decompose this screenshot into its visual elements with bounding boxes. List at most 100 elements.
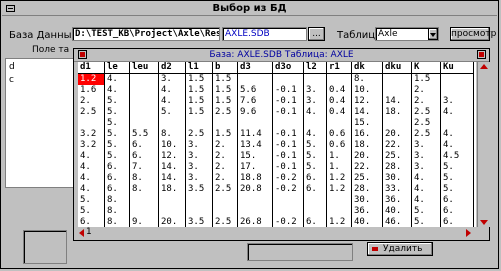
table-cell[interactable]: 5. (411, 217, 441, 227)
table-cell[interactable]: 22. (382, 140, 412, 151)
table-cell[interactable]: 6. (440, 195, 474, 206)
table-cell[interactable]: -0.1 (272, 151, 304, 162)
table-cell[interactable] (129, 118, 159, 129)
table-cell[interactable] (326, 195, 352, 206)
table-cell[interactable]: 3. (303, 96, 327, 107)
table-row[interactable]: 6. 8. 9. 20. 3.5 2.5 26.8 -0.2 6. 1.2 40. 46. 5. 6. (78, 217, 474, 227)
table-cell[interactable] (129, 85, 159, 96)
table-cell[interactable] (326, 118, 352, 129)
table-cell[interactable]: 6. (440, 217, 474, 227)
column-header-leu[interactable]: leu (129, 62, 159, 74)
table-cell[interactable]: 0.4 (326, 85, 352, 96)
table-cell[interactable]: 4. (78, 151, 105, 162)
table-cell[interactable]: 3.5 (185, 184, 213, 195)
browse-button[interactable]: ... (308, 27, 325, 41)
table-cell[interactable]: -0.2 (272, 173, 304, 184)
table-cell[interactable]: 33. (382, 184, 412, 195)
table-cell[interactable] (212, 206, 238, 217)
table-cell[interactable]: 5. (303, 162, 327, 173)
table-cell[interactable]: 2.5 (185, 129, 213, 140)
table-cell[interactable] (129, 206, 159, 217)
table-cell[interactable]: 1. (326, 151, 352, 162)
table-cell[interactable]: 1.5 (212, 129, 238, 140)
grid-menu-button[interactable] (78, 50, 87, 59)
table-cell[interactable]: 1.5 (411, 73, 441, 85)
table-cell[interactable] (303, 206, 327, 217)
table-cell[interactable]: 2.5 (212, 107, 238, 118)
table-cell[interactable]: -0.1 (272, 96, 304, 107)
table-cell[interactable]: -0.1 (272, 162, 304, 173)
table-cell[interactable]: 5. (440, 162, 474, 173)
table-cell[interactable]: 2.5 (212, 184, 238, 195)
table-cell[interactable] (382, 118, 412, 129)
table-cell[interactable]: 6. (440, 206, 474, 217)
scroll-down-icon[interactable] (480, 220, 488, 225)
table-cell[interactable]: 5. (104, 96, 130, 107)
table-cell[interactable]: 5. (303, 140, 327, 151)
table-cell[interactable]: 8. (351, 73, 383, 85)
table-cell[interactable]: 6. (129, 151, 159, 162)
table-cell[interactable]: 7.6 (237, 96, 273, 107)
column-header-d1[interactable]: d1 (78, 62, 105, 74)
table-cell[interactable] (129, 73, 159, 85)
table-cell[interactable]: 2. (411, 85, 441, 96)
table-row[interactable]: 4. 6. 8. 14. 3. 2. 18.8 -0.2 6. 1.2 25. 30. 4. 5. (78, 173, 474, 184)
table-cell[interactable]: 1.2 (78, 73, 105, 85)
table-cell[interactable]: -0.2 (272, 184, 304, 195)
table-cell[interactable] (303, 73, 327, 85)
table-cell[interactable] (272, 195, 304, 206)
table-cell[interactable]: 1.6 (78, 85, 105, 96)
table-cell[interactable]: 1.5 (212, 96, 238, 107)
table-dropdown-button[interactable] (428, 28, 438, 40)
table-cell[interactable]: 1.2 (326, 184, 352, 195)
table-cell[interactable]: 4. (440, 129, 474, 140)
table-cell[interactable]: 7. (129, 162, 159, 173)
table-cell[interactable]: 0.6 (326, 129, 352, 140)
table-cell[interactable] (272, 118, 304, 129)
table-cell[interactable]: 9.6 (237, 107, 273, 118)
delete-button[interactable]: Удалить (367, 242, 433, 256)
view-button[interactable]: просмотр (450, 27, 496, 41)
table-cell[interactable]: -0.1 (272, 140, 304, 151)
column-header-b[interactable]: b (212, 62, 238, 74)
table-cell[interactable]: 5. (411, 206, 441, 217)
table-cell[interactable]: 0.6 (326, 140, 352, 151)
system-menu-icon[interactable] (6, 5, 15, 12)
db-path-field[interactable]: D:\TEST_KB\Project\Axle\Res (72, 27, 220, 41)
table-row[interactable]: 3.2 5. 5.5 8. 2.5 1.5 11.4 -0.1 4. 0.6 16. 20. 2.5 4. (78, 129, 474, 140)
table-cell[interactable] (129, 107, 159, 118)
table-cell[interactable]: 20.8 (237, 184, 273, 195)
table-cell[interactable]: 20. (158, 217, 186, 227)
table-cell[interactable]: 3. (185, 162, 213, 173)
table-cell[interactable]: 6. (303, 173, 327, 184)
table-cell[interactable]: 40. (382, 206, 412, 217)
grid-close-button[interactable] (477, 50, 486, 59)
table-cell[interactable]: 2.5 (78, 107, 105, 118)
table-cell[interactable]: 6. (104, 173, 130, 184)
table-cell[interactable]: -0.2 (272, 217, 304, 227)
table-cell[interactable]: 4. (303, 107, 327, 118)
table-cell[interactable]: 1.5 (212, 73, 238, 85)
table-cell[interactable]: 0.4 (326, 96, 352, 107)
table-cell[interactable]: 2. (212, 162, 238, 173)
table-cell[interactable] (237, 195, 273, 206)
column-header-K[interactable]: K (411, 62, 441, 74)
table-cell[interactable] (237, 118, 273, 129)
table-cell[interactable]: 10. (351, 85, 383, 96)
table-cell[interactable]: 25. (351, 173, 383, 184)
table-cell[interactable]: 2.5 (411, 129, 441, 140)
table-cell[interactable]: 8. (104, 206, 130, 217)
table-cell[interactable]: 3. (303, 85, 327, 96)
table-cell[interactable]: 3. (158, 73, 186, 85)
table-cell[interactable] (440, 73, 474, 85)
table-cell[interactable]: 5. (104, 151, 130, 162)
table-cell[interactable] (185, 206, 213, 217)
table-cell[interactable]: 4. (78, 184, 105, 195)
table-cell[interactable]: 5. (104, 107, 130, 118)
column-header-dku[interactable]: dku (382, 62, 412, 74)
table-cell[interactable]: 15. (237, 151, 273, 162)
table-cell[interactable]: -0.1 (272, 129, 304, 140)
column-header-l1[interactable]: l1 (185, 62, 213, 74)
table-cell[interactable] (129, 96, 159, 107)
table-cell[interactable]: 5. (78, 195, 105, 206)
